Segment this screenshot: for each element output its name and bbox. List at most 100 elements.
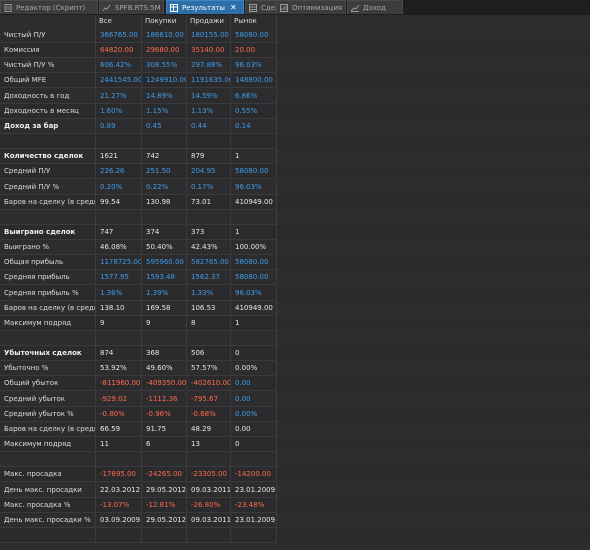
cell-market: 0.00: [231, 421, 277, 437]
cell-all: 9: [96, 315, 142, 331]
tab-bar: Редактор (Скрипт) SPFB.RTS:5M Результаты…: [0, 0, 590, 16]
row-label: Чистый П/У %: [0, 58, 96, 74]
table-row[interactable]: Максимум подряд 9 9 8 1: [0, 315, 590, 331]
table-row[interactable]: Убыточных сделок 874 368 506 0: [0, 346, 590, 362]
cell-all: 66.59: [96, 421, 142, 437]
cell-sells: 35140.00: [187, 43, 231, 59]
table-row[interactable]: Чистый П/У % 606.42% 308.55% 297.88% 96.03%: [0, 58, 590, 74]
table-row[interactable]: Баров на сделку (в среднем)66.5991.7548.…: [0, 421, 590, 437]
table-row[interactable]: Доходность в месяц 1.60% 1.15% 1.13% 0.55%: [0, 103, 590, 119]
table-row[interactable]: Общий MFE 2441545.00 1249910.00 1191635.00 1…: [0, 73, 590, 89]
cell-all: 366765.00: [96, 28, 142, 43]
cell-buys: 29.05.2012: [142, 512, 187, 528]
row-label: Убыточных сделок: [0, 346, 96, 362]
table-row[interactable]: Средний П/У 226.26 251.50 204.95 58080.00: [0, 164, 590, 180]
table-row[interactable]: [0, 331, 590, 346]
table-row[interactable]: Выиграно % 46.08% 50.40% 42.43% 100.00%: [0, 240, 590, 256]
tab-results[interactable]: Результаты ✕: [166, 0, 244, 14]
cell-buys: 186610.00: [142, 28, 187, 43]
file-icon: [4, 3, 12, 12]
table-row[interactable]: Чистый П/У 366765.00 186610.00 180155.00 580…: [0, 28, 590, 43]
cell-all: [96, 527, 142, 543]
table-row[interactable]: Средняя прибыль % 1.36% 1.39% 1.33% 96.03%: [0, 285, 590, 301]
cell-market: 96.03%: [231, 179, 277, 195]
cell-buys: 91.75: [142, 421, 187, 437]
tab-editor-script[interactable]: Редактор (Скрипт): [0, 0, 98, 14]
cell-buys: -409350.00: [142, 376, 187, 392]
cell-all: 606.42%: [96, 58, 142, 74]
table-row[interactable]: Средняя прибыль 1577.95 1593.48 1562.37 5808…: [0, 270, 590, 286]
tab-optimization[interactable]: Оптимизация: [276, 0, 346, 14]
cell-buys: 251.50: [142, 164, 187, 180]
row-label: [0, 209, 96, 225]
cell-market: 0.00: [231, 391, 277, 407]
table-row[interactable]: Баров на сделку (в среднем)99.54130.9873…: [0, 194, 590, 210]
cell-buys: -1112.36: [142, 391, 187, 407]
column-header-sells[interactable]: Продажи: [187, 15, 231, 28]
cell-all: 64820.00: [96, 43, 142, 59]
cell-buys: 374: [142, 224, 187, 240]
cell-all: 03.09.2009: [96, 512, 142, 528]
table-row[interactable]: [0, 452, 590, 468]
cell-sells: -0.68%: [187, 406, 231, 422]
cell-buys: 1593.48: [142, 270, 187, 286]
row-label: Доходность в год: [0, 88, 96, 104]
table-row[interactable]: Выиграно сделок 747 374 373 1: [0, 224, 590, 240]
column-header-buys[interactable]: Покупки: [142, 15, 187, 28]
column-header-all[interactable]: Все: [96, 15, 142, 28]
cell-market: 0.55%: [231, 103, 277, 119]
table-row[interactable]: [0, 134, 590, 150]
cell-sells: -795.67: [187, 391, 231, 407]
table-row[interactable]: Средний П/У % 0.20% 0.22% 0.17% 96.03%: [0, 179, 590, 195]
cell-buys: 29.05.2012: [142, 482, 187, 498]
table-row[interactable]: Общая прибыль 1178725.00 595960.00 582765.0…: [0, 255, 590, 271]
cell-market: [231, 527, 277, 543]
tab-income[interactable]: Доход: [347, 0, 403, 14]
cell-sells: [187, 527, 231, 543]
cell-sells: 0.44: [187, 118, 231, 134]
chart-icon: [102, 4, 111, 12]
table-row[interactable]: [0, 527, 590, 543]
table-row[interactable]: Макс. просадка -17895.00 -24265.00 -23305.0…: [0, 467, 590, 483]
table-row[interactable]: День макс. просадки 22.03.2012 29.05.2012 0…: [0, 482, 590, 498]
cell-market: 1: [231, 224, 277, 240]
cell-buys: 29680.00: [142, 43, 187, 59]
cell-market: 1: [231, 149, 277, 165]
row-label: Чистый П/У: [0, 28, 96, 43]
table-row[interactable]: Доходность в год 21.27% 14.89% 14.59% 6.86%: [0, 88, 590, 104]
close-icon[interactable]: ✕: [230, 3, 237, 12]
table-row[interactable]: Баров на сделку (в среднем)138.10169.581…: [0, 300, 590, 316]
table-row[interactable]: Средний убыток % -0.80% -0.96% -0.68% 0.00%: [0, 406, 590, 422]
cell-all: 138.10: [96, 300, 142, 316]
row-label: Макс. просадка %: [0, 497, 96, 513]
tab-label: Редактор (Скрипт): [16, 3, 86, 12]
row-label: Макс. просадка: [0, 467, 96, 483]
table-row[interactable]: Общий убыток -811960.00 -409350.00 -402610.…: [0, 376, 590, 392]
table-row[interactable]: Количество сделок 1621 742 879 1: [0, 149, 590, 165]
table-row[interactable]: День макс. просадки % 03.09.2009 29.05.201…: [0, 512, 590, 528]
cell-sells: 1.13%: [187, 103, 231, 119]
cell-buys: 9: [142, 315, 187, 331]
cell-market: 0: [231, 346, 277, 362]
tab-label: SPFB.RTS:5M: [115, 3, 161, 12]
cell-sells: 879: [187, 149, 231, 165]
row-label: Комиссия: [0, 43, 96, 59]
cell-buys: 368: [142, 346, 187, 362]
table-row[interactable]: [0, 209, 590, 225]
table-icon: [170, 3, 178, 12]
table-row[interactable]: Средний убыток -929.02 -1112.36 -795.67 0.00: [0, 391, 590, 407]
table-row[interactable]: Макс. просадка % -13.07% -12.81% -26.80% -23…: [0, 497, 590, 513]
table-row[interactable]: Комиссия 64820.00 29680.00 35140.00 20.00: [0, 43, 590, 59]
cell-market: 58080.00: [231, 270, 277, 286]
cell-buys: 595960.00: [142, 255, 187, 271]
row-label: Баров на сделку (в среднем): [0, 194, 96, 210]
cell-market: 23.01.2009: [231, 512, 277, 528]
cell-all: 1577.95: [96, 270, 142, 286]
column-header-market[interactable]: Рынок: [231, 15, 277, 28]
table-row[interactable]: Максимум подряд 11 6 13 0: [0, 437, 590, 453]
cell-market: 0.00%: [231, 406, 277, 422]
table-row[interactable]: Убыточно % 53.92% 49.60% 57.57% 0.00%: [0, 361, 590, 377]
table-row[interactable]: Доход за бар 0.89 0.45 0.44 0.14: [0, 118, 590, 134]
cell-sells: 204.95: [187, 164, 231, 180]
tab-spfb-rts-5m[interactable]: SPFB.RTS:5M: [99, 0, 164, 14]
